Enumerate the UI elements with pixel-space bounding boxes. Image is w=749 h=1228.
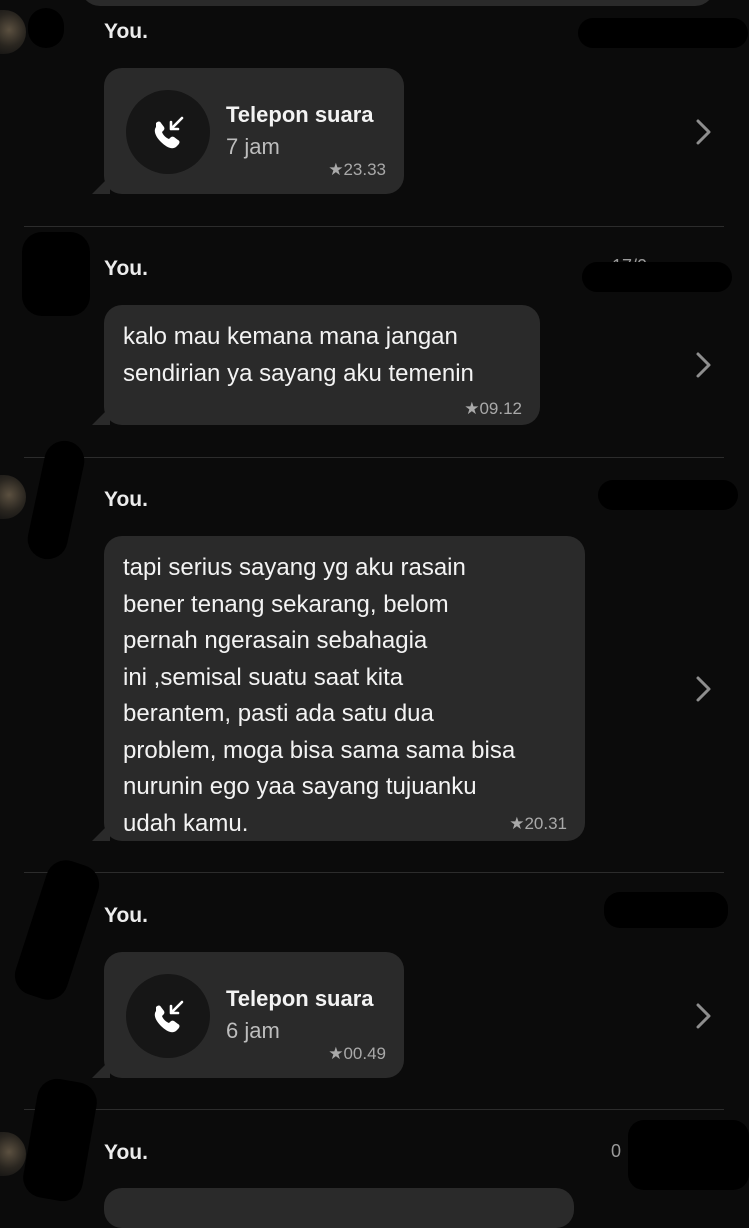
bubble-tail — [92, 823, 110, 841]
avatar-redaction — [9, 855, 105, 1005]
message-text: tapi serius sayang yg aku rasain bener t… — [123, 554, 516, 837]
call-icon-circle — [126, 974, 210, 1058]
voice-call-bubble[interactable]: Telepon suara 7 jam ★23.33 — [104, 68, 404, 194]
avatar-redaction — [23, 437, 89, 563]
call-duration: 7 jam — [226, 134, 280, 159]
bubble-tail — [92, 176, 110, 194]
chevron-right-icon[interactable] — [690, 1001, 716, 1031]
message-time: ★23.33 — [328, 160, 386, 179]
sender-name: You. — [104, 257, 148, 280]
date-redaction — [604, 892, 728, 928]
previous-message-bubble — [80, 0, 715, 6]
sender-name: You. — [104, 20, 148, 43]
incoming-call-icon — [154, 116, 184, 149]
divider — [24, 872, 724, 873]
chevron-right-icon[interactable] — [690, 674, 716, 704]
avatar[interactable] — [0, 1132, 26, 1176]
incoming-call-icon — [154, 1000, 184, 1033]
call-icon-circle — [126, 90, 210, 174]
divider — [24, 457, 724, 458]
message-time: ★20.31 — [509, 814, 567, 833]
call-title: Telepon suara — [226, 986, 374, 1011]
voice-call-bubble[interactable]: Telepon suara 6 jam ★00.49 — [104, 952, 404, 1078]
divider — [24, 226, 724, 227]
sender-name: You. — [104, 488, 148, 511]
chevron-right-icon[interactable] — [690, 350, 716, 380]
date-redaction — [598, 480, 738, 510]
text-message-bubble[interactable] — [104, 1188, 574, 1228]
avatar[interactable] — [0, 10, 26, 54]
message-text: kalo mau kemana mana jangan sendirian ya… — [123, 323, 474, 387]
call-title: Telepon suara — [226, 102, 374, 127]
avatar-redaction — [28, 8, 64, 48]
call-duration: 6 jam — [226, 1018, 280, 1043]
sender-name: You. — [104, 1141, 148, 1164]
message-date: 0 — [611, 1141, 622, 1161]
message-time: ★09.12 — [464, 399, 522, 418]
date-redaction — [582, 262, 732, 292]
avatar-redaction — [22, 232, 90, 316]
avatar-redaction — [20, 1075, 100, 1205]
message-time: ★00.49 — [328, 1044, 386, 1063]
text-message-bubble[interactable]: kalo mau kemana mana jangan sendirian ya… — [104, 305, 540, 425]
bubble-tail — [92, 1060, 110, 1078]
text-message-bubble[interactable]: tapi serius sayang yg aku rasain bener t… — [104, 536, 585, 841]
date-redaction — [578, 18, 748, 48]
date-redaction — [628, 1120, 749, 1190]
sender-name: You. — [104, 904, 148, 927]
chevron-right-icon[interactable] — [690, 117, 716, 147]
avatar[interactable] — [0, 475, 26, 519]
bubble-tail — [92, 407, 110, 425]
divider — [24, 1109, 724, 1110]
